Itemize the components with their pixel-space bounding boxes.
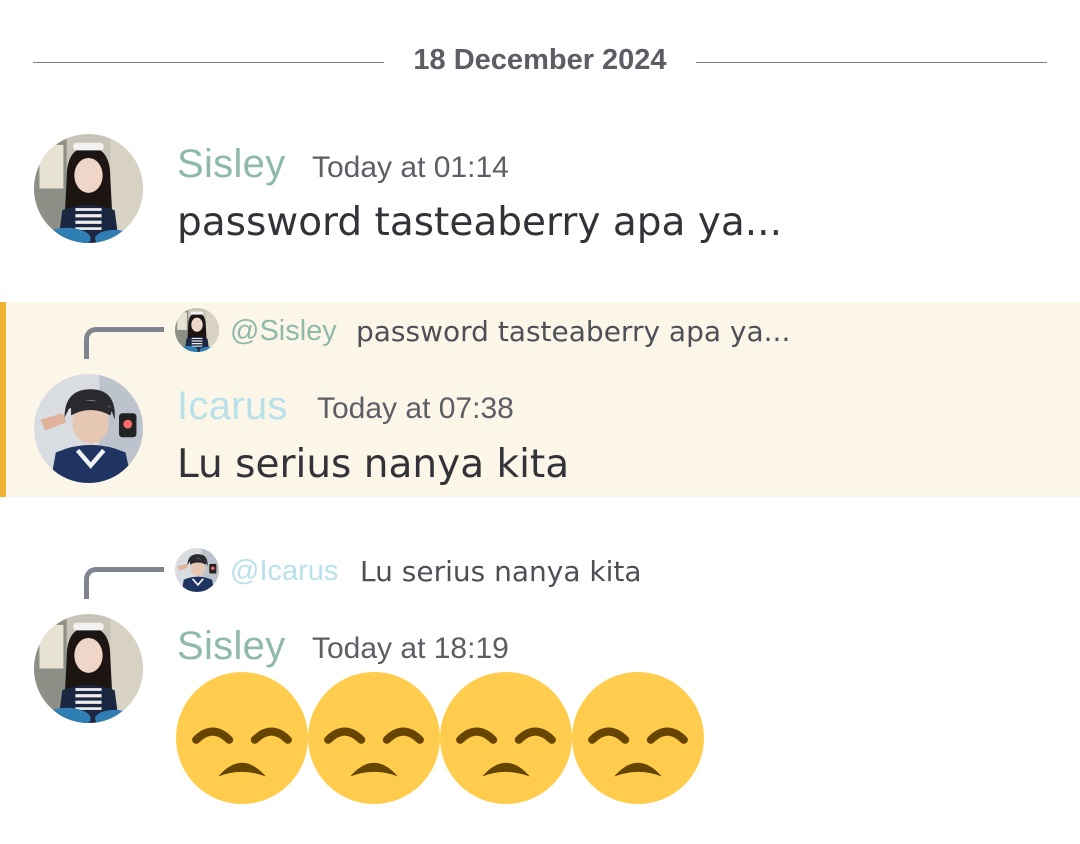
reply-connector: [84, 567, 164, 599]
reply-author[interactable]: @Icarus: [230, 555, 338, 588]
message-content: password tasteaberry apa ya...: [177, 200, 782, 245]
divider-line-right: [696, 62, 1047, 63]
reply-preview[interactable]: password tasteaberry apa ya...: [356, 315, 790, 348]
sisley-avatar[interactable]: [34, 134, 143, 243]
disappointed-face-emoji[interactable]: [308, 672, 440, 804]
message-timestamp: Today at 18:19: [312, 632, 509, 665]
message-author[interactable]: Icarus: [177, 384, 288, 429]
message-timestamp: Today at 01:14: [312, 151, 509, 184]
disappointed-face-emoji[interactable]: [176, 672, 308, 804]
disappointed-face-emoji[interactable]: [440, 672, 572, 804]
disappointed-face-emoji[interactable]: [572, 672, 704, 804]
message-1[interactable]: Sisley Today at 01:14 password tasteaber…: [0, 120, 1080, 270]
reply-connector: [84, 327, 164, 359]
divider-line-left: [33, 62, 384, 63]
reply-avatar-sisley[interactable]: [175, 308, 219, 352]
divider-date: 18 December 2024: [413, 44, 667, 76]
emoji-content: [176, 672, 716, 806]
date-divider: 18 December 2024: [33, 40, 1047, 84]
sisley-avatar[interactable]: [34, 614, 143, 723]
reply-avatar-icarus[interactable]: [175, 548, 219, 592]
reply-preview[interactable]: Lu serius nanya kita: [360, 555, 642, 588]
reply-author[interactable]: @Sisley: [230, 315, 337, 348]
message-timestamp: Today at 07:38: [317, 392, 514, 425]
icarus-avatar[interactable]: [34, 374, 143, 483]
message-2[interactable]: @Sisley password tasteaberry apa ya... I…: [0, 302, 1080, 497]
message-author[interactable]: Sisley: [177, 624, 286, 669]
message-author[interactable]: Sisley: [177, 142, 286, 187]
message-content: Lu serius nanya kita: [177, 442, 570, 487]
